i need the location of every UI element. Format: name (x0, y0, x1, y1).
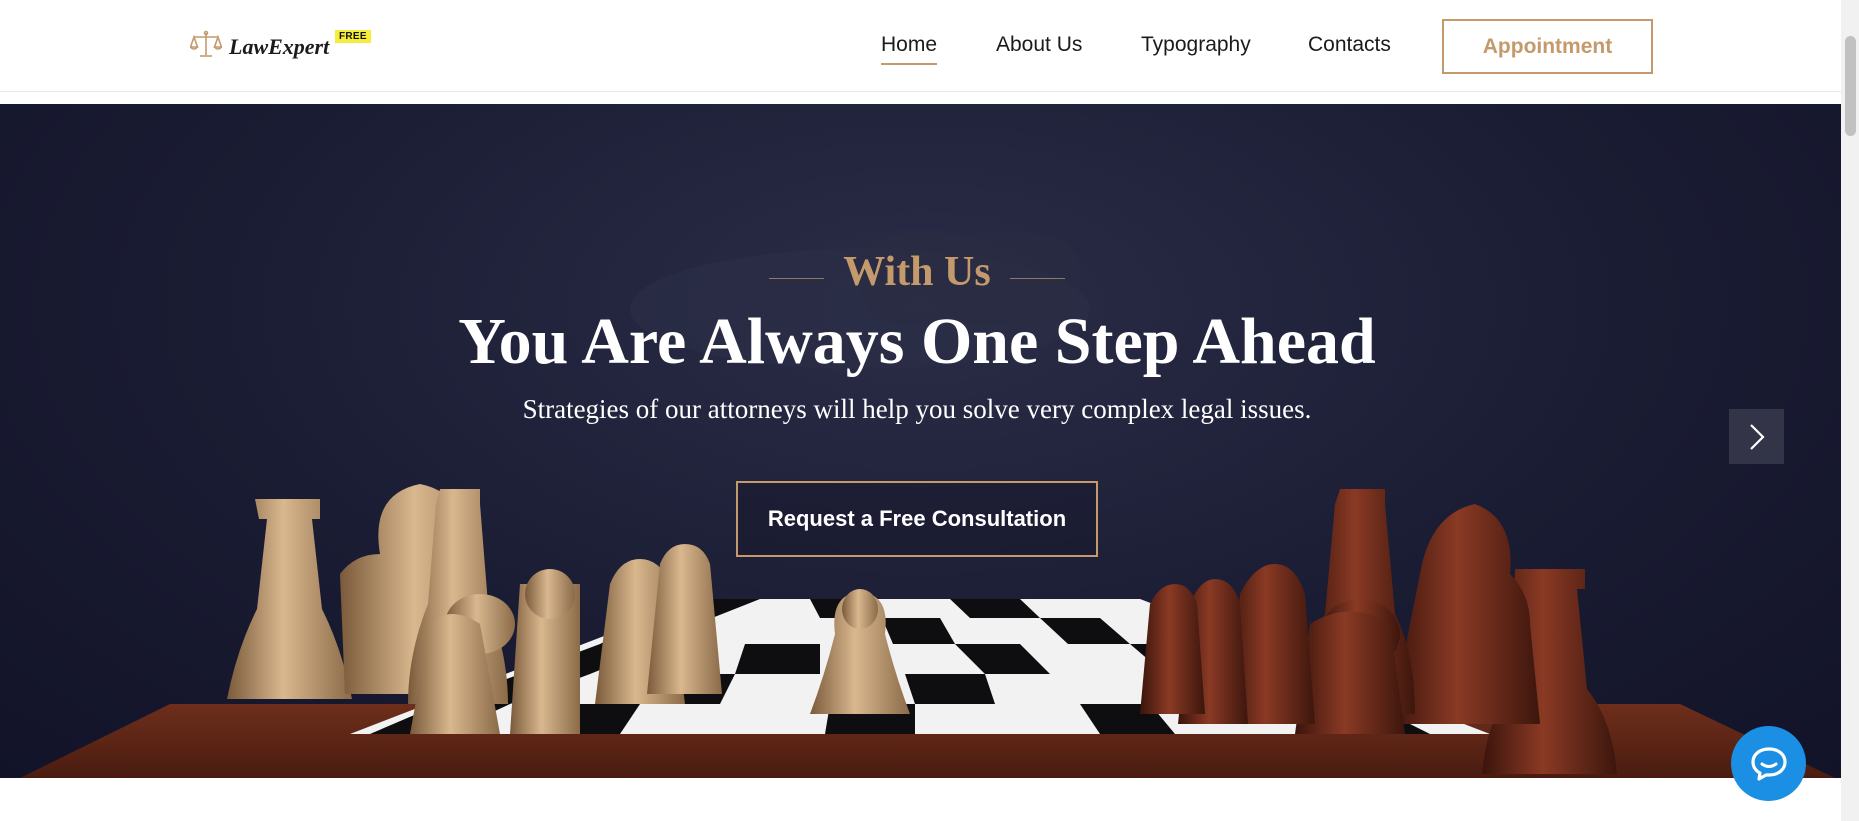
logo[interactable]: LawExpert FREE (190, 30, 371, 60)
chevron-right-icon (1749, 423, 1765, 450)
nav-typography[interactable]: Typography (1141, 33, 1251, 63)
chat-bubble-icon (1750, 746, 1787, 781)
scrollbar-thumb[interactable] (1845, 36, 1856, 136)
hero-content: With Us You Are Always One Step Ahead St… (0, 104, 1841, 778)
slider-next-button[interactable] (1729, 409, 1784, 464)
page-scrollbar[interactable] (1841, 0, 1859, 821)
hero-subline: Strategies of our attorneys will help yo… (522, 394, 1312, 424)
free-badge: FREE (335, 30, 371, 43)
hero-slider: With Us You Are Always One Step Ahead St… (0, 104, 1841, 778)
scales-icon (190, 30, 222, 57)
site-header: LawExpert FREE Home About Us Typography … (0, 0, 1841, 92)
appointment-button[interactable]: Appointment (1442, 19, 1653, 74)
hero-eyebrow: With Us (843, 249, 991, 295)
nav-about-us[interactable]: About Us (996, 33, 1082, 63)
eyebrow-right-rule (1010, 278, 1065, 279)
nav-contacts[interactable]: Contacts (1308, 33, 1391, 63)
request-consultation-button[interactable]: Request a Free Consultation (736, 481, 1098, 557)
logo-text: LawExpert (229, 34, 330, 59)
chat-widget-button[interactable] (1731, 726, 1806, 801)
hero-headline: You Are Always One Step Ahead (458, 305, 1376, 378)
nav-home[interactable]: Home (881, 33, 938, 65)
